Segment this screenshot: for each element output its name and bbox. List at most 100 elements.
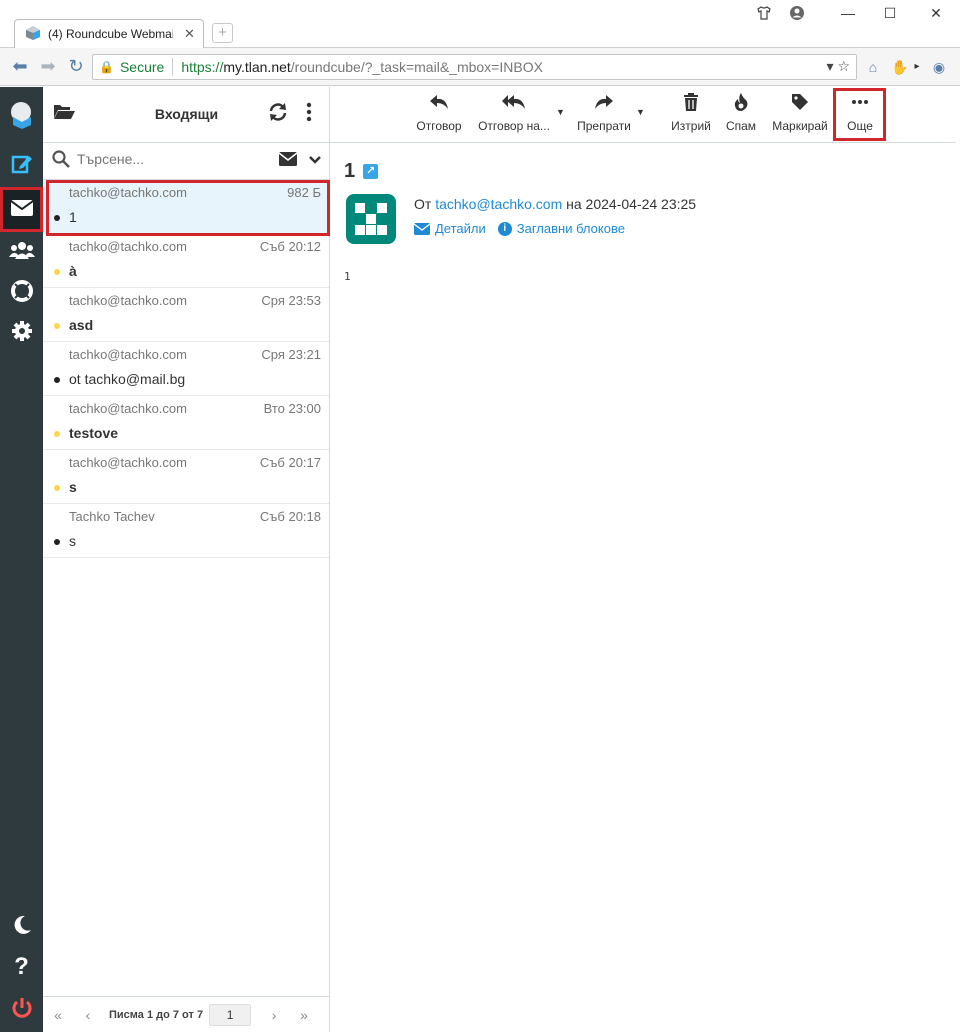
list-menu-dots-icon[interactable] — [305, 102, 313, 128]
refresh-icon[interactable] — [268, 102, 288, 128]
message-list-pane: Входящи tachko@tachko.com 982 Б — [43, 87, 330, 1032]
list-header: Входящи — [43, 87, 329, 143]
message-status-dot[interactable] — [54, 215, 60, 221]
message-unread-dot[interactable] — [54, 269, 60, 275]
message-row-6[interactable]: tachko@tachko.com Съб 20:17 s — [43, 450, 329, 504]
search-options-chevron-down-icon[interactable] — [309, 152, 321, 169]
search-icon[interactable] — [52, 150, 70, 174]
reply-label: Отговор — [416, 119, 462, 133]
reply-button[interactable]: Отговор — [413, 93, 465, 137]
spam-button[interactable]: Спам — [722, 93, 760, 137]
home-icon[interactable]: ⌂ — [862, 56, 884, 78]
message-from: tachko@tachko.com — [69, 293, 187, 308]
message-date: Сря 23:53 — [261, 293, 321, 308]
first-page-icon[interactable]: « — [43, 1007, 73, 1023]
message-subject: ot tachko@mail.bg — [69, 371, 186, 387]
message-row-7[interactable]: Tachko Tachev Съб 20:18 s — [43, 504, 329, 558]
message-date: Сря 23:21 — [261, 347, 321, 362]
more-label: Още — [847, 119, 873, 133]
message-subject: à — [69, 263, 77, 279]
previous-page-icon[interactable]: ‹ — [73, 1007, 103, 1023]
help-lifebuoy-icon[interactable] — [0, 271, 43, 311]
browser-titlebar: (4) Roundcube Webmail :: ✕ + — ☐ ✕ — [0, 0, 960, 48]
message-unread-dot[interactable] — [54, 485, 60, 491]
message-subject: s — [69, 533, 76, 549]
about-question-icon[interactable]: ? — [0, 947, 43, 987]
message-content-pane: Отговор Отговор на... ▼ Препрати ▼ Изтри… — [330, 87, 960, 1032]
message-size: 982 Б — [287, 185, 321, 200]
more-dots-icon — [838, 93, 882, 115]
roundcube-logo-icon[interactable] — [0, 89, 43, 139]
content-scrollbar[interactable] — [956, 87, 960, 1032]
sender-email-link[interactable]: tachko@tachko.com — [435, 196, 562, 212]
settings-gear-icon[interactable] — [0, 311, 43, 351]
message-subject-heading: 1 ↗ — [344, 160, 379, 183]
profile-icon[interactable] — [787, 5, 807, 25]
message-row-5[interactable]: tachko@tachko.com Вто 23:00 testove — [43, 396, 329, 450]
mark-label: Маркирай — [772, 119, 828, 133]
last-page-icon[interactable]: » — [289, 1007, 319, 1023]
message-date: Съб 20:18 — [259, 509, 321, 524]
hand-extension-icon[interactable]: ✋ — [889, 56, 911, 78]
address-separator — [172, 58, 174, 76]
message-date: Съб 20:17 — [259, 455, 321, 470]
message-status-dot[interactable] — [54, 539, 60, 545]
message-row-1[interactable]: tachko@tachko.com 982 Б 1 — [43, 180, 329, 234]
search-input[interactable] — [77, 151, 277, 167]
logout-power-icon[interactable] — [0, 988, 43, 1028]
mail-icon[interactable] — [0, 187, 43, 229]
message-row-2[interactable]: tachko@tachko.com Съб 20:12 à — [43, 234, 329, 288]
back-arrow-icon[interactable]: ⬅ — [9, 55, 31, 77]
tab-close-icon[interactable]: ✕ — [184, 26, 195, 42]
message-status-dot[interactable] — [54, 377, 60, 383]
next-page-icon[interactable]: › — [259, 1007, 289, 1023]
message-date: на 2024-04-24 23:25 — [566, 196, 697, 212]
search-scope-envelope-icon[interactable] — [278, 152, 298, 170]
dark-mode-moon-icon[interactable] — [0, 905, 43, 945]
forward-arrow-icon[interactable]: ➡ — [37, 55, 59, 77]
mark-button[interactable]: Маркирай — [769, 93, 831, 137]
close-window-button[interactable]: ✕ — [926, 5, 946, 25]
message-from: tachko@tachko.com — [69, 239, 187, 254]
reply-all-label: Отговор на... — [478, 119, 550, 133]
more-button[interactable]: Още — [838, 93, 882, 137]
shirt-icon[interactable] — [754, 5, 774, 25]
globe-extension-icon[interactable]: ◉ — [928, 56, 950, 78]
headers-link[interactable]: i Заглавни блокове — [497, 221, 625, 236]
tag-icon — [769, 93, 831, 115]
address-bar[interactable]: 🔒 Secure https:// my.tlan.net /roundcube… — [92, 54, 857, 80]
browser-toolbar: ⬅ ➡ ↻ 🔒 Secure https:// my.tlan.net /rou… — [0, 48, 960, 86]
forward-dropdown-icon[interactable]: ▼ — [636, 107, 645, 117]
delete-button[interactable]: Изтрий — [668, 93, 714, 137]
delete-label: Изтрий — [671, 119, 711, 133]
bookmark-star-icon[interactable]: ▾ ☆ — [827, 58, 850, 75]
message-from-line: От tachko@tachko.com на 2024-04-24 23:25 — [414, 196, 696, 212]
browser-tab[interactable]: (4) Roundcube Webmail :: ✕ — [14, 19, 204, 48]
open-in-new-window-icon[interactable]: ↗ — [363, 164, 379, 179]
minimize-button[interactable]: — — [838, 5, 858, 25]
search-bar — [43, 143, 329, 180]
info-icon: i — [497, 221, 512, 236]
message-unread-dot[interactable] — [54, 323, 60, 329]
reload-icon[interactable]: ↻ — [65, 55, 87, 77]
page-number-input[interactable]: 1 — [209, 1003, 252, 1026]
sender-avatar — [346, 194, 396, 244]
roundcube-app: ? Входящи Търсене... tachko@tachko.com 9… — [0, 87, 960, 1032]
details-link[interactable]: Детайли — [414, 221, 486, 236]
new-tab-button[interactable]: + — [212, 23, 233, 43]
message-unread-dot[interactable] — [54, 431, 60, 437]
extension-overflow-icon[interactable]: ▸ — [912, 56, 922, 78]
pager-count: Писма 1 до 7 от 7 — [109, 1008, 204, 1021]
compose-icon[interactable] — [0, 144, 43, 184]
message-subject: asd — [69, 317, 94, 333]
roundcube-favicon-icon — [25, 25, 41, 44]
left-rail: ? — [0, 87, 43, 1032]
reply-all-dropdown-icon[interactable]: ▼ — [556, 107, 565, 117]
forward-button[interactable]: Препрати — [574, 93, 634, 137]
maximize-button[interactable]: ☐ — [880, 5, 900, 25]
message-date: Съб 20:12 — [259, 239, 321, 254]
contacts-icon[interactable] — [0, 230, 43, 270]
reply-all-button[interactable]: Отговор на... — [475, 93, 553, 137]
message-row-4[interactable]: tachko@tachko.com Сря 23:21 ot tachko@ma… — [43, 342, 329, 396]
message-row-3[interactable]: tachko@tachko.com Сря 23:53 asd — [43, 288, 329, 342]
